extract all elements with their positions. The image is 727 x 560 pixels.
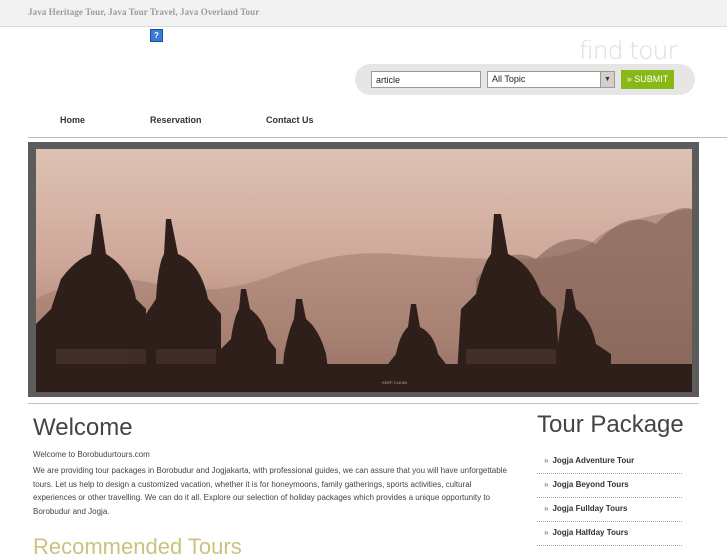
search-input[interactable]: article bbox=[371, 71, 481, 88]
tour-package-link[interactable]: Jogja Halfday Tours bbox=[552, 528, 628, 537]
hero-watermark: KEEP CLEAN bbox=[382, 380, 407, 385]
question-mark-icon[interactable]: ? bbox=[150, 29, 163, 42]
borobudur-stupa-illustration: KEEP CLEAN bbox=[36, 149, 692, 392]
tour-package-title: Tour Package bbox=[537, 411, 684, 438]
submit-button[interactable]: » SUBMIT bbox=[621, 70, 674, 89]
bullet-icon: » bbox=[544, 480, 549, 489]
tour-package-link[interactable]: Jogja Fullday Tours bbox=[552, 504, 627, 513]
main-nav: Home Reservation Contact Us bbox=[28, 107, 727, 138]
topic-select[interactable]: All Topic ▼ bbox=[487, 71, 615, 88]
welcome-subtitle: Welcome to Borobudurtours.com bbox=[33, 450, 150, 459]
bullet-icon: » bbox=[544, 456, 549, 465]
tour-package-item[interactable]: » Jogja Beyond Tours bbox=[537, 474, 682, 498]
nav-reservation[interactable]: Reservation bbox=[150, 115, 202, 125]
top-bar: Java Heritage Tour, Java Tour Travel, Ja… bbox=[0, 0, 727, 27]
welcome-body: We are providing tour packages in Borobu… bbox=[33, 466, 507, 517]
tour-package-link[interactable]: Jogja Beyond Tours bbox=[552, 480, 628, 489]
tour-package-list: » Jogja Adventure Tour » Jogja Beyond Tour… bbox=[537, 450, 682, 546]
tour-package-link[interactable]: Jogja Adventure Tour bbox=[552, 456, 634, 465]
bullet-icon: » bbox=[544, 504, 549, 513]
tour-package-item[interactable]: » Jogja Adventure Tour bbox=[537, 450, 682, 474]
find-tour-heading: find tour bbox=[579, 36, 678, 65]
tour-package-item[interactable]: » Jogja Halfday Tours bbox=[537, 522, 682, 546]
site-tagline: Java Heritage Tour, Java Tour Travel, Ja… bbox=[28, 7, 260, 17]
divider bbox=[28, 403, 699, 404]
topic-select-value: All Topic bbox=[492, 74, 526, 84]
nav-home[interactable]: Home bbox=[60, 115, 85, 125]
bullet-icon: » bbox=[544, 528, 549, 537]
nav-contact-us[interactable]: Contact Us bbox=[266, 115, 314, 125]
faded-heading: Recommended Tours bbox=[33, 534, 242, 559]
chevron-down-icon[interactable]: ▼ bbox=[600, 72, 614, 87]
tour-package-item[interactable]: » Jogja Fullday Tours bbox=[537, 498, 682, 522]
welcome-title: Welcome bbox=[33, 414, 133, 441]
hero-image: KEEP CLEAN bbox=[36, 149, 692, 392]
